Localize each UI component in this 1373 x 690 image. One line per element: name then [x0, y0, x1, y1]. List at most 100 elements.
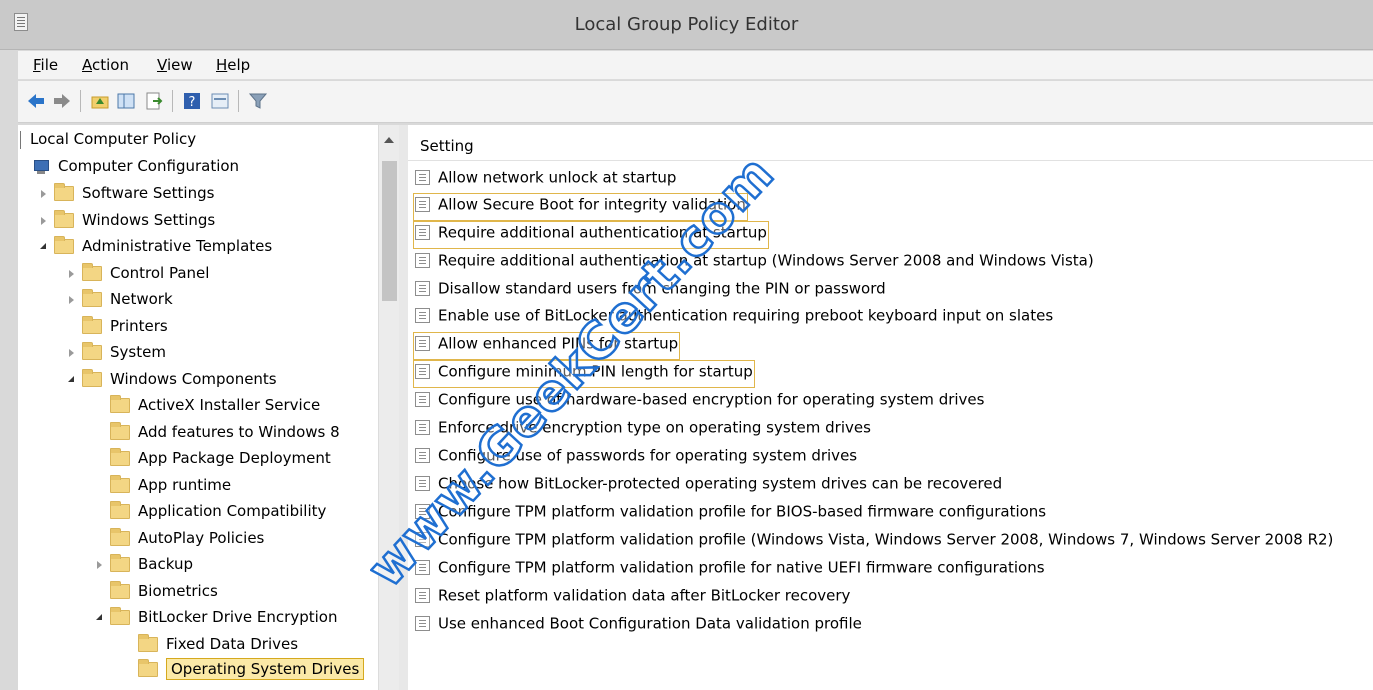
toolbar: ? — [18, 81, 1373, 123]
folder-icon — [82, 263, 102, 281]
tree-item-activex-installer-service[interactable]: ActiveX Installer Service — [110, 395, 320, 422]
setting-row[interactable]: Allow network unlock at startup — [415, 168, 676, 192]
filter-icon[interactable] — [248, 91, 268, 111]
pane-splitter[interactable] — [399, 125, 408, 690]
tree-scrollbar[interactable] — [378, 125, 399, 690]
tree-item-local-computer-policy[interactable]: Local Computer Policy — [20, 130, 196, 156]
tree-item-network[interactable]: Network — [66, 289, 173, 316]
folder-icon — [54, 210, 74, 228]
setting-icon — [415, 476, 430, 491]
collapse-icon[interactable] — [38, 241, 50, 253]
collapse-icon[interactable] — [66, 374, 78, 386]
setting-icon — [415, 225, 430, 240]
folder-icon — [110, 501, 130, 519]
menu-file[interactable]: File — [33, 56, 58, 74]
title-bar: Local Group Policy Editor — [0, 0, 1373, 50]
setting-row[interactable]: Configure TPM platform validation profil… — [415, 558, 1045, 582]
setting-row[interactable]: Configure use of passwords for operating… — [415, 446, 857, 470]
tree-item-software-settings[interactable]: Software Settings — [38, 183, 214, 210]
tree-item-autoplay-policies[interactable]: AutoPlay Policies — [110, 528, 264, 555]
setting-icon — [415, 588, 430, 603]
tree-item-bitlocker-drive-encryption[interactable]: BitLocker Drive Encryption — [94, 607, 337, 634]
setting-icon — [415, 336, 430, 351]
setting-row[interactable]: Configure minimum PIN length for startup — [413, 360, 755, 388]
collapse-icon[interactable] — [94, 612, 106, 624]
setting-row[interactable]: Enable use of BitLocker authentication r… — [415, 306, 1053, 330]
setting-row[interactable]: Enforce drive encryption type on operati… — [415, 418, 871, 442]
back-arrow-icon[interactable] — [26, 91, 46, 111]
folder-icon — [138, 659, 158, 677]
folder-icon — [138, 634, 158, 652]
menu-action[interactable]: Action — [82, 56, 129, 74]
tree-item-printers[interactable]: Printers — [82, 316, 168, 343]
forward-arrow-icon[interactable] — [52, 91, 72, 111]
tree-item-administrative-templates[interactable]: Administrative Templates — [38, 236, 272, 263]
folder-icon — [110, 448, 130, 466]
toolbar-separator — [238, 90, 239, 112]
window-title: Local Group Policy Editor — [574, 14, 799, 35]
expand-icon[interactable] — [38, 215, 50, 227]
tree-item-computer-configuration[interactable]: Computer Configuration — [32, 157, 239, 183]
setting-icon — [415, 616, 430, 631]
expand-icon[interactable] — [38, 188, 50, 200]
expand-icon[interactable] — [66, 268, 78, 280]
export-list-icon[interactable] — [144, 91, 164, 111]
folder-icon — [110, 422, 130, 440]
expand-icon[interactable] — [66, 347, 78, 359]
tree-item-app-package-deployment[interactable]: App Package Deployment — [110, 448, 331, 475]
folder-icon — [54, 183, 74, 201]
expand-icon[interactable] — [94, 559, 106, 571]
tree-item-application-compatibility[interactable]: Application Compatibility — [110, 501, 326, 528]
tree-item-backup[interactable]: Backup — [94, 554, 193, 581]
folder-icon — [82, 342, 102, 360]
menu-view[interactable]: View — [157, 56, 193, 74]
setting-icon — [415, 532, 430, 547]
tree-item-app-runtime[interactable]: App runtime — [110, 475, 231, 502]
toolbar-separator — [80, 90, 81, 112]
folder-icon — [82, 289, 102, 307]
setting-icon — [415, 504, 430, 519]
setting-row[interactable]: Reset platform validation data after Bit… — [415, 586, 850, 610]
tree-item-windows-components[interactable]: Windows Components — [66, 369, 277, 396]
setting-row[interactable]: Allow Secure Boot for integrity validati… — [413, 193, 748, 221]
setting-row[interactable]: Disallow standard users from changing th… — [415, 279, 886, 303]
scrollbar-thumb[interactable] — [382, 161, 397, 301]
setting-icon — [415, 197, 430, 212]
tree-item-operating-system-drives[interactable]: Operating System Drives — [138, 658, 365, 686]
setting-row[interactable]: Use enhanced Boot Configuration Data val… — [415, 614, 862, 638]
tree-item-windows-settings[interactable]: Windows Settings — [38, 210, 215, 237]
scroll-up-arrow-icon[interactable] — [384, 137, 394, 143]
setting-icon — [415, 308, 430, 323]
tree-item-control-panel[interactable]: Control Panel — [66, 263, 209, 290]
setting-row[interactable]: Configure use of hardware-based encrypti… — [415, 390, 984, 414]
setting-row[interactable]: Configure TPM platform validation profil… — [415, 530, 1333, 554]
setting-row[interactable]: Allow enhanced PINs for startup — [412, 332, 681, 360]
show-hide-tree-icon[interactable] — [116, 91, 136, 111]
setting-icon — [415, 253, 430, 268]
help-icon[interactable]: ? — [182, 91, 202, 111]
expand-icon[interactable] — [66, 294, 78, 306]
folder-icon — [110, 475, 130, 493]
column-header-setting[interactable]: Setting — [408, 129, 1373, 161]
setting-row[interactable]: Choose how BitLocker-protected operating… — [415, 474, 1002, 498]
up-folder-icon[interactable] — [90, 91, 110, 111]
tree-item-biometrics[interactable]: Biometrics — [110, 581, 218, 608]
toolbar-separator — [172, 90, 173, 112]
menu-help[interactable]: Help — [216, 56, 250, 74]
folder-icon — [110, 395, 130, 413]
setting-row[interactable]: Configure TPM platform validation profil… — [415, 502, 1046, 526]
properties-icon[interactable] — [210, 91, 230, 111]
setting-row[interactable]: Require additional authentication at sta… — [415, 251, 1094, 275]
setting-row[interactable]: Require additional authentication at sta… — [413, 221, 769, 249]
console-tree: Local Computer Policy Computer Configura… — [18, 125, 396, 690]
setting-icon — [415, 170, 430, 185]
policy-icon — [20, 130, 24, 149]
setting-icon — [415, 420, 430, 435]
folder-icon — [110, 581, 130, 599]
svg-text:?: ? — [189, 95, 196, 110]
computer-icon — [32, 159, 52, 175]
folder-icon — [82, 316, 102, 334]
folder-icon — [110, 607, 130, 625]
tree-item-system[interactable]: System — [66, 342, 166, 369]
tree-item-add-features-to-windows-8[interactable]: Add features to Windows 8 — [110, 422, 340, 449]
